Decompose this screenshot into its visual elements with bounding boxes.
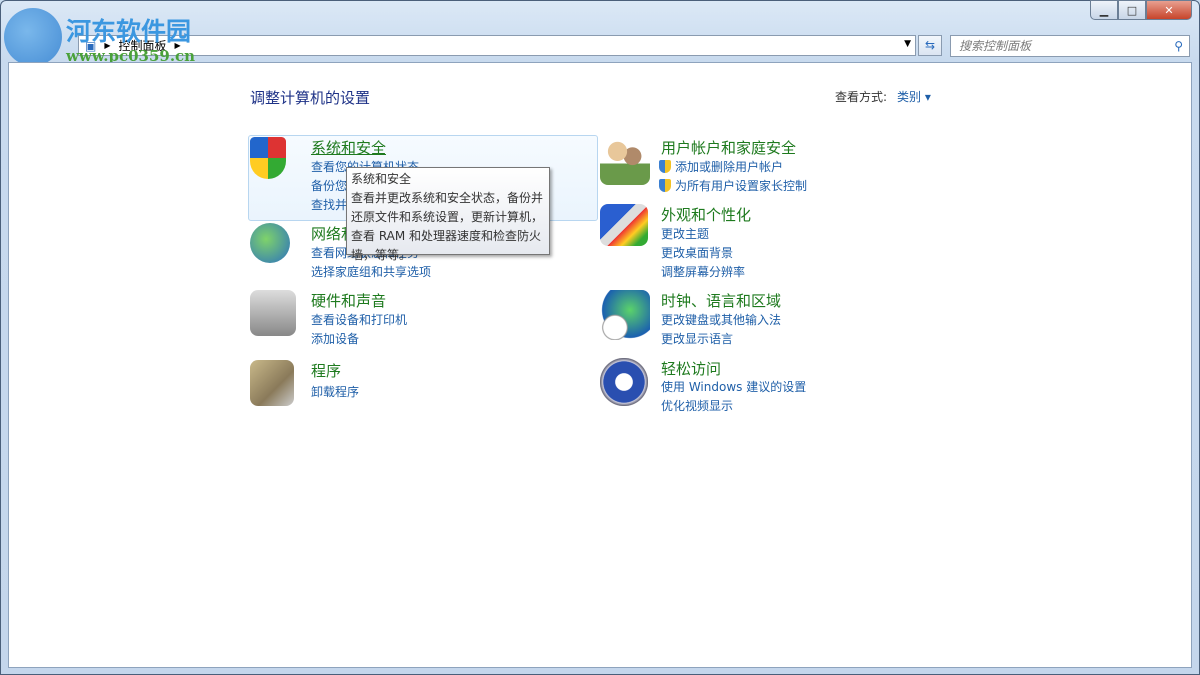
search-input[interactable]: 搜索控制面板 ⚲ <box>950 35 1190 57</box>
category-title[interactable]: 外观和个性化 <box>661 204 751 225</box>
category-title[interactable]: 轻松访问 <box>661 358 721 379</box>
category-title[interactable]: 用户帐户和家庭安全 <box>661 137 796 158</box>
watermark-name: 河东软件园 <box>66 12 191 48</box>
refresh-button[interactable]: ⇆ <box>918 35 942 56</box>
link-label: 添加或删除用户帐户 <box>675 160 783 174</box>
category-title[interactable]: 时钟、语言和区域 <box>661 290 781 311</box>
link[interactable]: 更改键盘或其他输入法 <box>661 311 781 328</box>
chevron-down-icon[interactable]: ▼ <box>904 39 911 49</box>
link-label: 为所有用户设置家长控制 <box>675 179 807 193</box>
search-icon[interactable]: ⚲ <box>1174 36 1183 56</box>
users-icon <box>600 137 650 185</box>
page-title: 调整计算机的设置 <box>250 87 370 108</box>
tooltip-text: 查看并更改系统和安全状态，备份并还原文件和系统设置，更新计算机，查看 RAM 和… <box>351 189 545 265</box>
tooltip: 系统和安全 查看并更改系统和安全状态，备份并还原文件和系统设置，更新计算机，查看… <box>346 167 550 255</box>
link[interactable]: 使用 Windows 建议的设置 <box>661 378 806 395</box>
maximize-button[interactable]: □ <box>1118 0 1146 20</box>
category-title[interactable]: 系统和安全 <box>311 137 386 158</box>
view-by-label: 查看方式: <box>835 90 887 104</box>
address-bar[interactable]: ▣ ▶ 控制面板 ▶ ▼ <box>78 35 916 56</box>
globe-clock-icon <box>600 290 650 340</box>
uac-shield-icon <box>659 160 671 173</box>
link[interactable]: 为所有用户设置家长控制 <box>659 177 807 194</box>
link[interactable]: 更改主题 <box>661 225 709 242</box>
link[interactable]: 更改显示语言 <box>661 330 733 347</box>
link[interactable]: 卸载程序 <box>311 383 359 400</box>
search-placeholder: 搜索控制面板 <box>959 39 1031 53</box>
watermark-logo-icon <box>4 8 62 66</box>
programs-icon <box>250 360 294 406</box>
view-by-value: 类别 <box>897 90 921 104</box>
shield-icon <box>250 137 286 179</box>
link[interactable]: 添加设备 <box>311 330 359 347</box>
network-globe-icon <box>250 223 290 263</box>
printer-icon <box>250 290 296 336</box>
link[interactable]: 查看设备和打印机 <box>311 311 407 328</box>
close-button[interactable]: ✕ <box>1146 0 1192 20</box>
ease-of-access-icon <box>600 358 648 406</box>
display-palette-icon <box>600 204 648 246</box>
category-title[interactable]: 程序 <box>311 360 341 381</box>
minimize-button[interactable]: ▁ <box>1090 0 1118 20</box>
link[interactable]: 更改桌面背景 <box>661 244 733 261</box>
link[interactable]: 调整屏幕分辨率 <box>661 263 745 280</box>
link[interactable]: 添加或删除用户帐户 <box>659 158 783 175</box>
link[interactable]: 优化视频显示 <box>661 397 733 414</box>
tooltip-title: 系统和安全 <box>351 170 545 189</box>
link[interactable]: 选择家庭组和共享选项 <box>311 263 431 280</box>
category-title[interactable]: 硬件和声音 <box>311 290 386 311</box>
uac-shield-icon <box>659 179 671 192</box>
window-controls: ▁ □ ✕ <box>1090 0 1192 20</box>
view-by: 查看方式: 类别 ▾ <box>835 88 931 105</box>
view-by-dropdown[interactable]: 类别 ▾ <box>897 90 931 104</box>
